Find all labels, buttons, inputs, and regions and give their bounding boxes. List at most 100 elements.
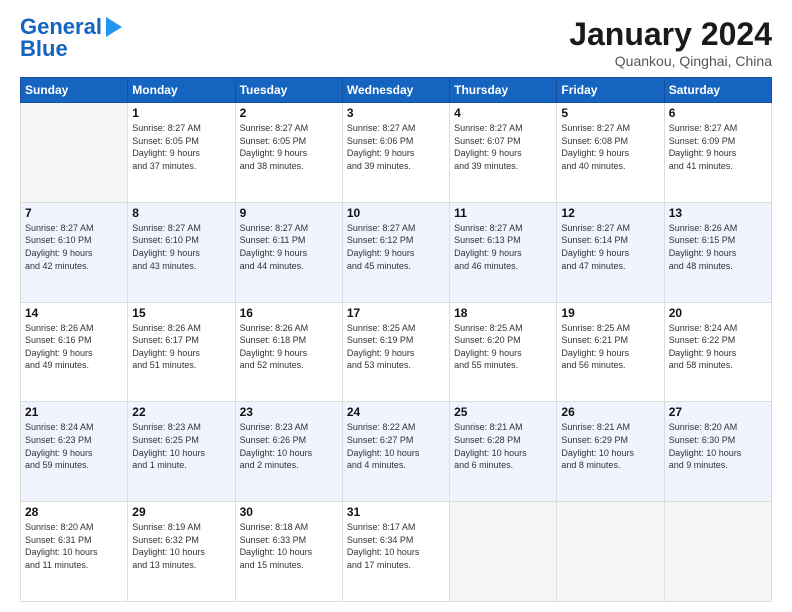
day-info: Sunrise: 8:21 AM Sunset: 6:28 PM Dayligh… xyxy=(454,421,552,471)
calendar-cell: 28 Sunrise: 8:20 AM Sunset: 6:31 PM Dayli… xyxy=(21,502,128,602)
weekday-header-tuesday: Tuesday xyxy=(235,78,342,103)
day-info: Sunrise: 8:27 AM Sunset: 6:09 PM Dayligh… xyxy=(669,122,767,172)
calendar-cell: 23 Sunrise: 8:23 AM Sunset: 6:26 PM Dayli… xyxy=(235,402,342,502)
day-info: Sunrise: 8:21 AM Sunset: 6:29 PM Dayligh… xyxy=(561,421,659,471)
subtitle: Quankou, Qinghai, China xyxy=(569,53,772,69)
main-title: January 2024 xyxy=(569,16,772,53)
day-number: 26 xyxy=(561,405,659,419)
day-info: Sunrise: 8:26 AM Sunset: 6:18 PM Dayligh… xyxy=(240,322,338,372)
day-number: 23 xyxy=(240,405,338,419)
calendar-cell: 7Sunrise: 8:27 AM Sunset: 6:10 PM Daylig… xyxy=(21,202,128,302)
day-info: Sunrise: 8:26 AM Sunset: 6:15 PM Dayligh… xyxy=(669,222,767,272)
day-number: 2 xyxy=(240,106,338,120)
calendar-cell: 14 Sunrise: 8:26 AM Sunset: 6:16 PM Dayli… xyxy=(21,302,128,402)
day-info: Sunrise: 8:27 AM Sunset: 6:11 PM Dayligh… xyxy=(240,222,338,272)
logo-text-blue: Blue xyxy=(20,38,68,60)
day-number: 27 xyxy=(669,405,767,419)
day-number: 17 xyxy=(347,306,445,320)
week-row-1: 1 Sunrise: 8:27 AM Sunset: 6:05 PM Daylig… xyxy=(21,103,772,203)
title-block: January 2024 Quankou, Qinghai, China xyxy=(569,16,772,69)
day-number: 22 xyxy=(132,405,230,419)
weekday-header-row: SundayMondayTuesdayWednesdayThursdayFrid… xyxy=(21,78,772,103)
weekday-header-friday: Friday xyxy=(557,78,664,103)
day-info: Sunrise: 8:20 AM Sunset: 6:30 PM Dayligh… xyxy=(669,421,767,471)
day-info: Sunrise: 8:27 AM Sunset: 6:10 PM Dayligh… xyxy=(132,222,230,272)
calendar-cell: 31Sunrise: 8:17 AM Sunset: 6:34 PM Dayli… xyxy=(342,502,449,602)
calendar-cell: 9 Sunrise: 8:27 AM Sunset: 6:11 PM Daylig… xyxy=(235,202,342,302)
day-info: Sunrise: 8:23 AM Sunset: 6:25 PM Dayligh… xyxy=(132,421,230,471)
calendar-cell: 13 Sunrise: 8:26 AM Sunset: 6:15 PM Dayli… xyxy=(664,202,771,302)
day-number: 20 xyxy=(669,306,767,320)
day-number: 29 xyxy=(132,505,230,519)
calendar-cell: 12 Sunrise: 8:27 AM Sunset: 6:14 PM Dayli… xyxy=(557,202,664,302)
day-number: 4 xyxy=(454,106,552,120)
calendar-cell: 4 Sunrise: 8:27 AM Sunset: 6:07 PM Daylig… xyxy=(450,103,557,203)
page: General Blue January 2024 Quankou, Qingh… xyxy=(0,0,792,612)
day-number: 1 xyxy=(132,106,230,120)
calendar-cell: 22 Sunrise: 8:23 AM Sunset: 6:25 PM Dayli… xyxy=(128,402,235,502)
day-info: Sunrise: 8:27 AM Sunset: 6:06 PM Dayligh… xyxy=(347,122,445,172)
calendar-cell: 27 Sunrise: 8:20 AM Sunset: 6:30 PM Dayli… xyxy=(664,402,771,502)
calendar-cell: 10 Sunrise: 8:27 AM Sunset: 6:12 PM Dayli… xyxy=(342,202,449,302)
day-info: Sunrise: 8:24 AM Sunset: 6:23 PM Dayligh… xyxy=(25,421,123,471)
weekday-header-saturday: Saturday xyxy=(664,78,771,103)
day-info: Sunrise: 8:19 AM Sunset: 6:32 PM Dayligh… xyxy=(132,521,230,571)
day-number: 18 xyxy=(454,306,552,320)
day-info: Sunrise: 8:27 AM Sunset: 6:13 PM Dayligh… xyxy=(454,222,552,272)
day-info: Sunrise: 8:27 AM Sunset: 6:07 PM Dayligh… xyxy=(454,122,552,172)
day-number: 28 xyxy=(25,505,123,519)
day-number: 6 xyxy=(669,106,767,120)
calendar-table: SundayMondayTuesdayWednesdayThursdayFrid… xyxy=(20,77,772,602)
day-info: Sunrise: 8:27 AM Sunset: 6:05 PM Dayligh… xyxy=(132,122,230,172)
logo: General Blue xyxy=(20,16,122,60)
day-info: Sunrise: 8:26 AM Sunset: 6:16 PM Dayligh… xyxy=(25,322,123,372)
calendar-cell: 24 Sunrise: 8:22 AM Sunset: 6:27 PM Dayli… xyxy=(342,402,449,502)
calendar-cell: 11 Sunrise: 8:27 AM Sunset: 6:13 PM Dayli… xyxy=(450,202,557,302)
calendar-cell: 25 Sunrise: 8:21 AM Sunset: 6:28 PM Dayli… xyxy=(450,402,557,502)
day-number: 10 xyxy=(347,206,445,220)
day-number: 9 xyxy=(240,206,338,220)
day-number: 3 xyxy=(347,106,445,120)
calendar-cell: 6 Sunrise: 8:27 AM Sunset: 6:09 PM Daylig… xyxy=(664,103,771,203)
day-number: 30 xyxy=(240,505,338,519)
day-number: 19 xyxy=(561,306,659,320)
weekday-header-wednesday: Wednesday xyxy=(342,78,449,103)
day-number: 5 xyxy=(561,106,659,120)
day-info: Sunrise: 8:26 AM Sunset: 6:17 PM Dayligh… xyxy=(132,322,230,372)
day-number: 11 xyxy=(454,206,552,220)
week-row-5: 28 Sunrise: 8:20 AM Sunset: 6:31 PM Dayli… xyxy=(21,502,772,602)
day-info: Sunrise: 8:27 AM Sunset: 6:12 PM Dayligh… xyxy=(347,222,445,272)
calendar-cell xyxy=(664,502,771,602)
calendar-cell: 18Sunrise: 8:25 AM Sunset: 6:20 PM Dayli… xyxy=(450,302,557,402)
weekday-header-sunday: Sunday xyxy=(21,78,128,103)
day-info: Sunrise: 8:22 AM Sunset: 6:27 PM Dayligh… xyxy=(347,421,445,471)
day-info: Sunrise: 8:27 AM Sunset: 6:08 PM Dayligh… xyxy=(561,122,659,172)
calendar-cell: 29 Sunrise: 8:19 AM Sunset: 6:32 PM Dayli… xyxy=(128,502,235,602)
day-info: Sunrise: 8:24 AM Sunset: 6:22 PM Dayligh… xyxy=(669,322,767,372)
calendar-cell: 2Sunrise: 8:27 AM Sunset: 6:05 PM Daylig… xyxy=(235,103,342,203)
calendar-cell: 15Sunrise: 8:26 AM Sunset: 6:17 PM Dayli… xyxy=(128,302,235,402)
calendar-cell: 16Sunrise: 8:26 AM Sunset: 6:18 PM Dayli… xyxy=(235,302,342,402)
day-info: Sunrise: 8:18 AM Sunset: 6:33 PM Dayligh… xyxy=(240,521,338,571)
day-number: 12 xyxy=(561,206,659,220)
calendar-cell: 20 Sunrise: 8:24 AM Sunset: 6:22 PM Dayli… xyxy=(664,302,771,402)
day-info: Sunrise: 8:27 AM Sunset: 6:10 PM Dayligh… xyxy=(25,222,123,272)
calendar-cell xyxy=(21,103,128,203)
calendar-cell: 8 Sunrise: 8:27 AM Sunset: 6:10 PM Daylig… xyxy=(128,202,235,302)
day-info: Sunrise: 8:20 AM Sunset: 6:31 PM Dayligh… xyxy=(25,521,123,571)
day-number: 13 xyxy=(669,206,767,220)
day-number: 14 xyxy=(25,306,123,320)
day-number: 8 xyxy=(132,206,230,220)
day-info: Sunrise: 8:17 AM Sunset: 6:34 PM Dayligh… xyxy=(347,521,445,571)
day-info: Sunrise: 8:23 AM Sunset: 6:26 PM Dayligh… xyxy=(240,421,338,471)
calendar-cell xyxy=(450,502,557,602)
calendar-cell: 21Sunrise: 8:24 AM Sunset: 6:23 PM Dayli… xyxy=(21,402,128,502)
week-row-4: 21Sunrise: 8:24 AM Sunset: 6:23 PM Dayli… xyxy=(21,402,772,502)
day-number: 24 xyxy=(347,405,445,419)
day-info: Sunrise: 8:27 AM Sunset: 6:14 PM Dayligh… xyxy=(561,222,659,272)
calendar-cell: 3 Sunrise: 8:27 AM Sunset: 6:06 PM Daylig… xyxy=(342,103,449,203)
calendar-cell: 5 Sunrise: 8:27 AM Sunset: 6:08 PM Daylig… xyxy=(557,103,664,203)
calendar-cell: 19Sunrise: 8:25 AM Sunset: 6:21 PM Dayli… xyxy=(557,302,664,402)
day-info: Sunrise: 8:25 AM Sunset: 6:19 PM Dayligh… xyxy=(347,322,445,372)
day-number: 25 xyxy=(454,405,552,419)
